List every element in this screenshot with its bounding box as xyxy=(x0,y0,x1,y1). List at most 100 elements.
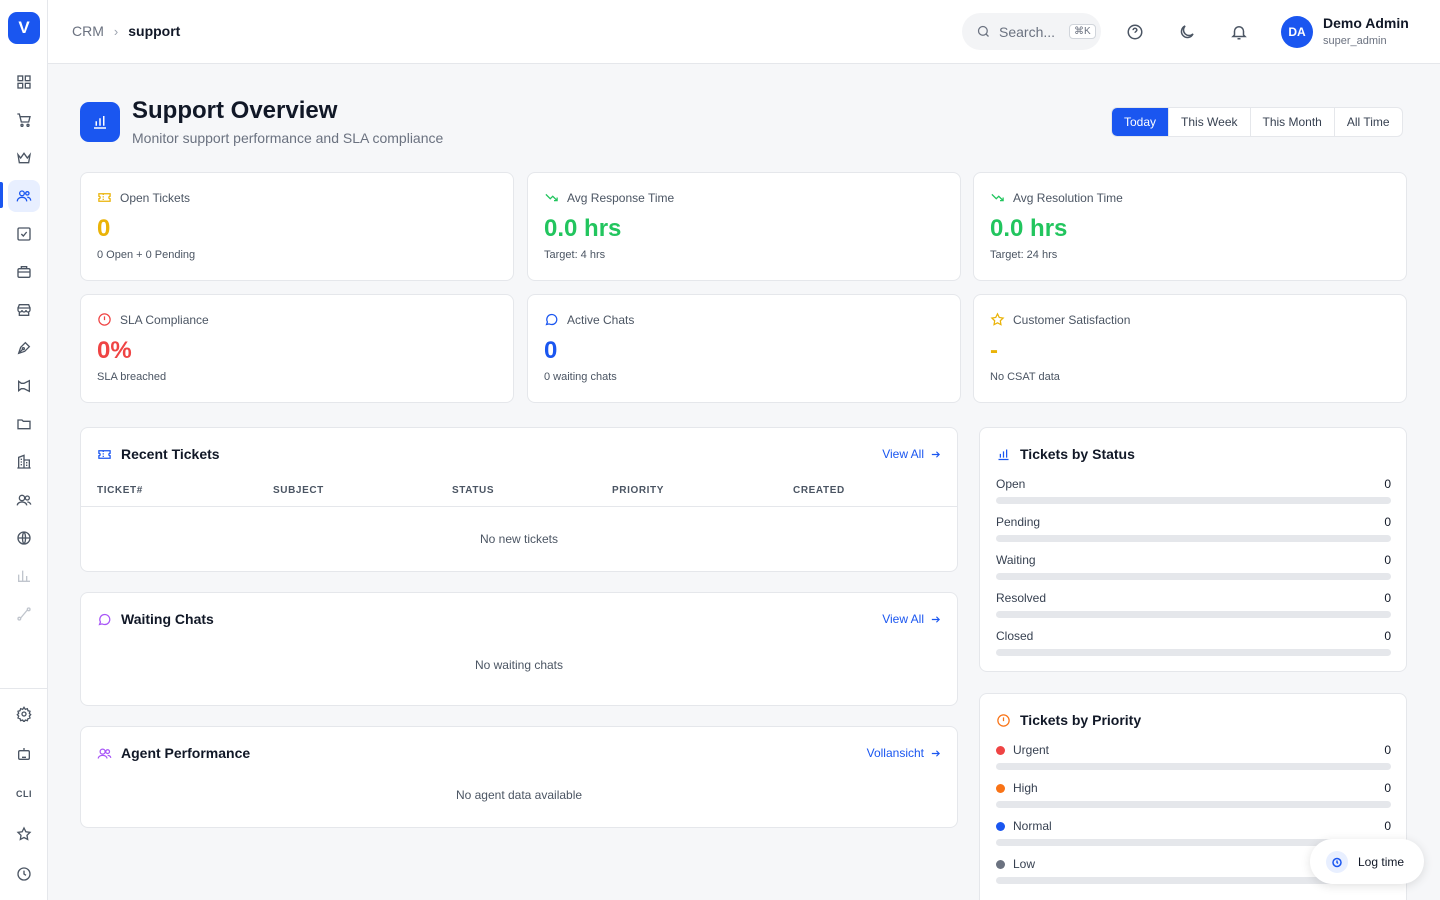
user-name[interactable]: Demo Admin xyxy=(1323,15,1409,31)
column-header-ticket[interactable]: TICKET# xyxy=(97,485,143,496)
stat-sub: Target: 24 hrs xyxy=(990,249,1058,261)
clock-icon xyxy=(17,867,31,881)
panel-title: Tickets by Status xyxy=(1020,446,1135,462)
contacts-icon xyxy=(16,494,32,506)
stat-card-avg-resolution[interactable]: Avg Resolution Time 0.0 hrs Target: 24 h… xyxy=(973,172,1407,281)
sidebar-item-files[interactable] xyxy=(8,408,40,440)
period-selector: Today This Week This Month All Time xyxy=(1111,107,1403,137)
sidebar-item-settings[interactable] xyxy=(8,698,40,730)
status-count: 0 xyxy=(1384,553,1391,567)
stat-card-avg-response[interactable]: Avg Response Time 0.0 hrs Target: 4 hrs xyxy=(527,172,961,281)
priority-label: Urgent xyxy=(1013,743,1050,757)
help-button[interactable] xyxy=(1125,22,1145,42)
status-row-open: Open 0 xyxy=(996,477,1391,504)
column-header-status[interactable]: STATUS xyxy=(452,485,494,496)
stat-label: Avg Response Time xyxy=(567,190,675,205)
trending-down-icon xyxy=(991,193,1004,202)
stat-label: SLA Compliance xyxy=(120,312,209,327)
priority-row-urgent: Urgent 0 xyxy=(996,743,1391,770)
stat-label: Active Chats xyxy=(567,312,635,327)
panel-title: Recent Tickets xyxy=(121,446,220,462)
status-count: 0 xyxy=(1384,591,1391,605)
sidebar-item-web[interactable] xyxy=(8,522,40,554)
theme-toggle-button[interactable] xyxy=(1177,22,1197,42)
priority-label: Low xyxy=(1013,857,1036,871)
stat-sub: 0 waiting chats xyxy=(544,371,617,383)
period-week-button[interactable]: This Week xyxy=(1169,108,1251,136)
sidebar-item-routes[interactable] xyxy=(8,598,40,630)
notifications-button[interactable] xyxy=(1229,22,1249,42)
stat-label: Avg Resolution Time xyxy=(1013,190,1123,205)
sidebar-item-tasks[interactable] xyxy=(8,218,40,250)
sidebar-item-design[interactable] xyxy=(8,332,40,364)
breadcrumb-root[interactable]: CRM xyxy=(72,23,104,39)
log-time-label: Log time xyxy=(1358,854,1405,869)
priority-bar-track xyxy=(996,801,1391,808)
app-logo[interactable]: V xyxy=(8,12,40,44)
settings-icon xyxy=(16,706,32,722)
sidebar-item-ai[interactable] xyxy=(8,738,40,770)
status-bar-track xyxy=(996,535,1391,542)
chevron-right-icon: › xyxy=(113,23,119,39)
status-label: Closed xyxy=(996,629,1034,643)
stat-value: 0 xyxy=(544,337,558,364)
sidebar-active-indicator xyxy=(0,182,3,208)
column-header-subject[interactable]: SUBJECT xyxy=(273,485,324,496)
priority-count: 0 xyxy=(1384,781,1391,795)
sidebar-item-dashboard[interactable] xyxy=(8,66,40,98)
stat-value: - xyxy=(990,337,998,364)
store-icon xyxy=(17,304,31,316)
user-role: super_admin xyxy=(1323,35,1387,47)
priority-label: Normal xyxy=(1013,819,1052,833)
log-time-button[interactable]: Log time xyxy=(1310,839,1424,884)
search-input[interactable]: Search... ⌘K xyxy=(962,13,1101,50)
sidebar-item-favorites[interactable] xyxy=(8,818,40,850)
stat-card-open-tickets[interactable]: Open Tickets 0 0 Open + 0 Pending xyxy=(80,172,514,281)
status-row-resolved: Resolved 0 xyxy=(996,591,1391,618)
stat-card-sla-compliance[interactable]: SLA Compliance 0% SLA breached xyxy=(80,294,514,403)
cart-icon xyxy=(17,113,31,127)
column-header-priority[interactable]: PRIORITY xyxy=(612,485,664,496)
avatar[interactable]: DA xyxy=(1281,16,1313,48)
column-header-created[interactable]: CREATED xyxy=(793,485,845,496)
cli-icon: CLI xyxy=(16,789,32,799)
search-icon xyxy=(977,25,989,37)
megaphone-icon xyxy=(18,379,30,393)
arrow-right-icon xyxy=(931,450,940,458)
sidebar-item-sales[interactable] xyxy=(8,104,40,136)
view-all-agents-link[interactable]: Vollansicht xyxy=(867,746,941,760)
sidebar-item-cli[interactable]: CLI xyxy=(8,778,40,810)
empty-state: No agent data available xyxy=(455,788,583,802)
sidebar-item-store[interactable] xyxy=(8,294,40,326)
period-month-button[interactable]: This Month xyxy=(1251,108,1335,136)
priority-count: 0 xyxy=(1384,819,1391,833)
chat-icon xyxy=(98,613,111,625)
pen-icon xyxy=(17,341,31,355)
stat-card-csat[interactable]: Customer Satisfaction - No CSAT data xyxy=(973,294,1407,403)
status-count: 0 xyxy=(1384,515,1391,529)
view-all-chats-link[interactable]: View All xyxy=(882,612,941,626)
ticket-icon xyxy=(98,449,111,459)
sidebar-item-reports[interactable] xyxy=(8,560,40,592)
priority-row-high: High 0 xyxy=(996,781,1391,808)
users-icon xyxy=(97,748,112,759)
star-icon xyxy=(990,312,1005,326)
bar-chart-icon xyxy=(94,116,106,129)
sidebar-item-companies[interactable] xyxy=(8,446,40,478)
sidebar-item-premium[interactable] xyxy=(8,142,40,174)
sidebar-item-history[interactable] xyxy=(8,858,40,890)
period-today-button[interactable]: Today xyxy=(1112,108,1170,136)
period-all-button[interactable]: All Time xyxy=(1335,108,1402,136)
status-count: 0 xyxy=(1384,477,1391,491)
priority-label: High xyxy=(1013,781,1038,795)
sidebar-item-crm[interactable] xyxy=(8,180,40,212)
timer-icon xyxy=(1326,850,1348,873)
chart-icon xyxy=(18,570,30,582)
sidebar-item-projects[interactable] xyxy=(8,256,40,288)
status-row-pending: Pending 0 xyxy=(996,515,1391,542)
sidebar-item-marketing[interactable] xyxy=(8,370,40,402)
view-all-tickets-link[interactable]: View All xyxy=(882,447,941,461)
checkbox-icon xyxy=(17,227,31,241)
sidebar-item-contacts[interactable] xyxy=(8,484,40,516)
stat-card-active-chats[interactable]: Active Chats 0 0 waiting chats xyxy=(527,294,961,403)
